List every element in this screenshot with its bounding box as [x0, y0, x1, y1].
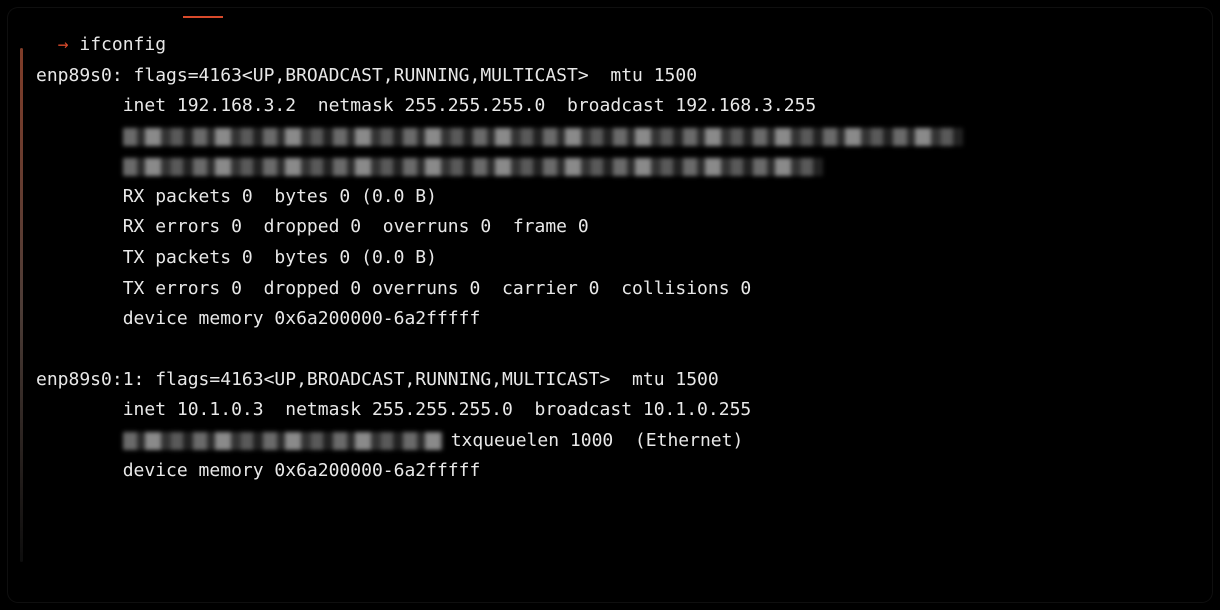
- prompt-line: → ifconfig: [36, 30, 1184, 61]
- command-text: ifconfig: [79, 34, 166, 55]
- iface1-devmem: device memory 0x6a200000-6a2fffff: [36, 456, 1184, 487]
- redacted-block-icon: [123, 128, 963, 146]
- iface1-txq: txqueuelen 1000 (Ethernet): [451, 426, 744, 457]
- iface0-redacted-line-2: [36, 152, 1184, 182]
- blank-line: [36, 335, 1184, 365]
- iface0-rx-errors: RX errors 0 dropped 0 overruns 0 frame 0: [36, 212, 1184, 243]
- prompt-arrow-icon: →: [58, 34, 69, 55]
- iface1-inet: inet 10.1.0.3 netmask 255.255.255.0 broa…: [36, 395, 1184, 426]
- cursor-underline-icon: [183, 16, 223, 18]
- iface0-rx-packets: RX packets 0 bytes 0 (0.0 B): [36, 182, 1184, 213]
- redacted-block-icon: [123, 158, 823, 176]
- iface0-tx-errors: TX errors 0 dropped 0 overruns 0 carrier…: [36, 274, 1184, 305]
- iface0-inet: inet 192.168.3.2 netmask 255.255.255.0 b…: [36, 91, 1184, 122]
- redacted-block-icon: [123, 432, 443, 450]
- iface1-redacted-ether-line: txqueuelen 1000 (Ethernet): [36, 426, 1184, 456]
- iface1-header: enp89s0:1: flags=4163<UP,BROADCAST,RUNNI…: [36, 365, 1184, 396]
- iface0-redacted-line-1: [36, 122, 1184, 152]
- iface0-tx-packets: TX packets 0 bytes 0 (0.0 B): [36, 243, 1184, 274]
- left-accent-stripe: [20, 48, 23, 562]
- iface0-header: enp89s0: flags=4163<UP,BROADCAST,RUNNING…: [36, 61, 1184, 92]
- terminal-window[interactable]: → ifconfig enp89s0: flags=4163<UP,BROADC…: [8, 8, 1212, 602]
- iface0-devmem: device memory 0x6a200000-6a2fffff: [36, 304, 1184, 335]
